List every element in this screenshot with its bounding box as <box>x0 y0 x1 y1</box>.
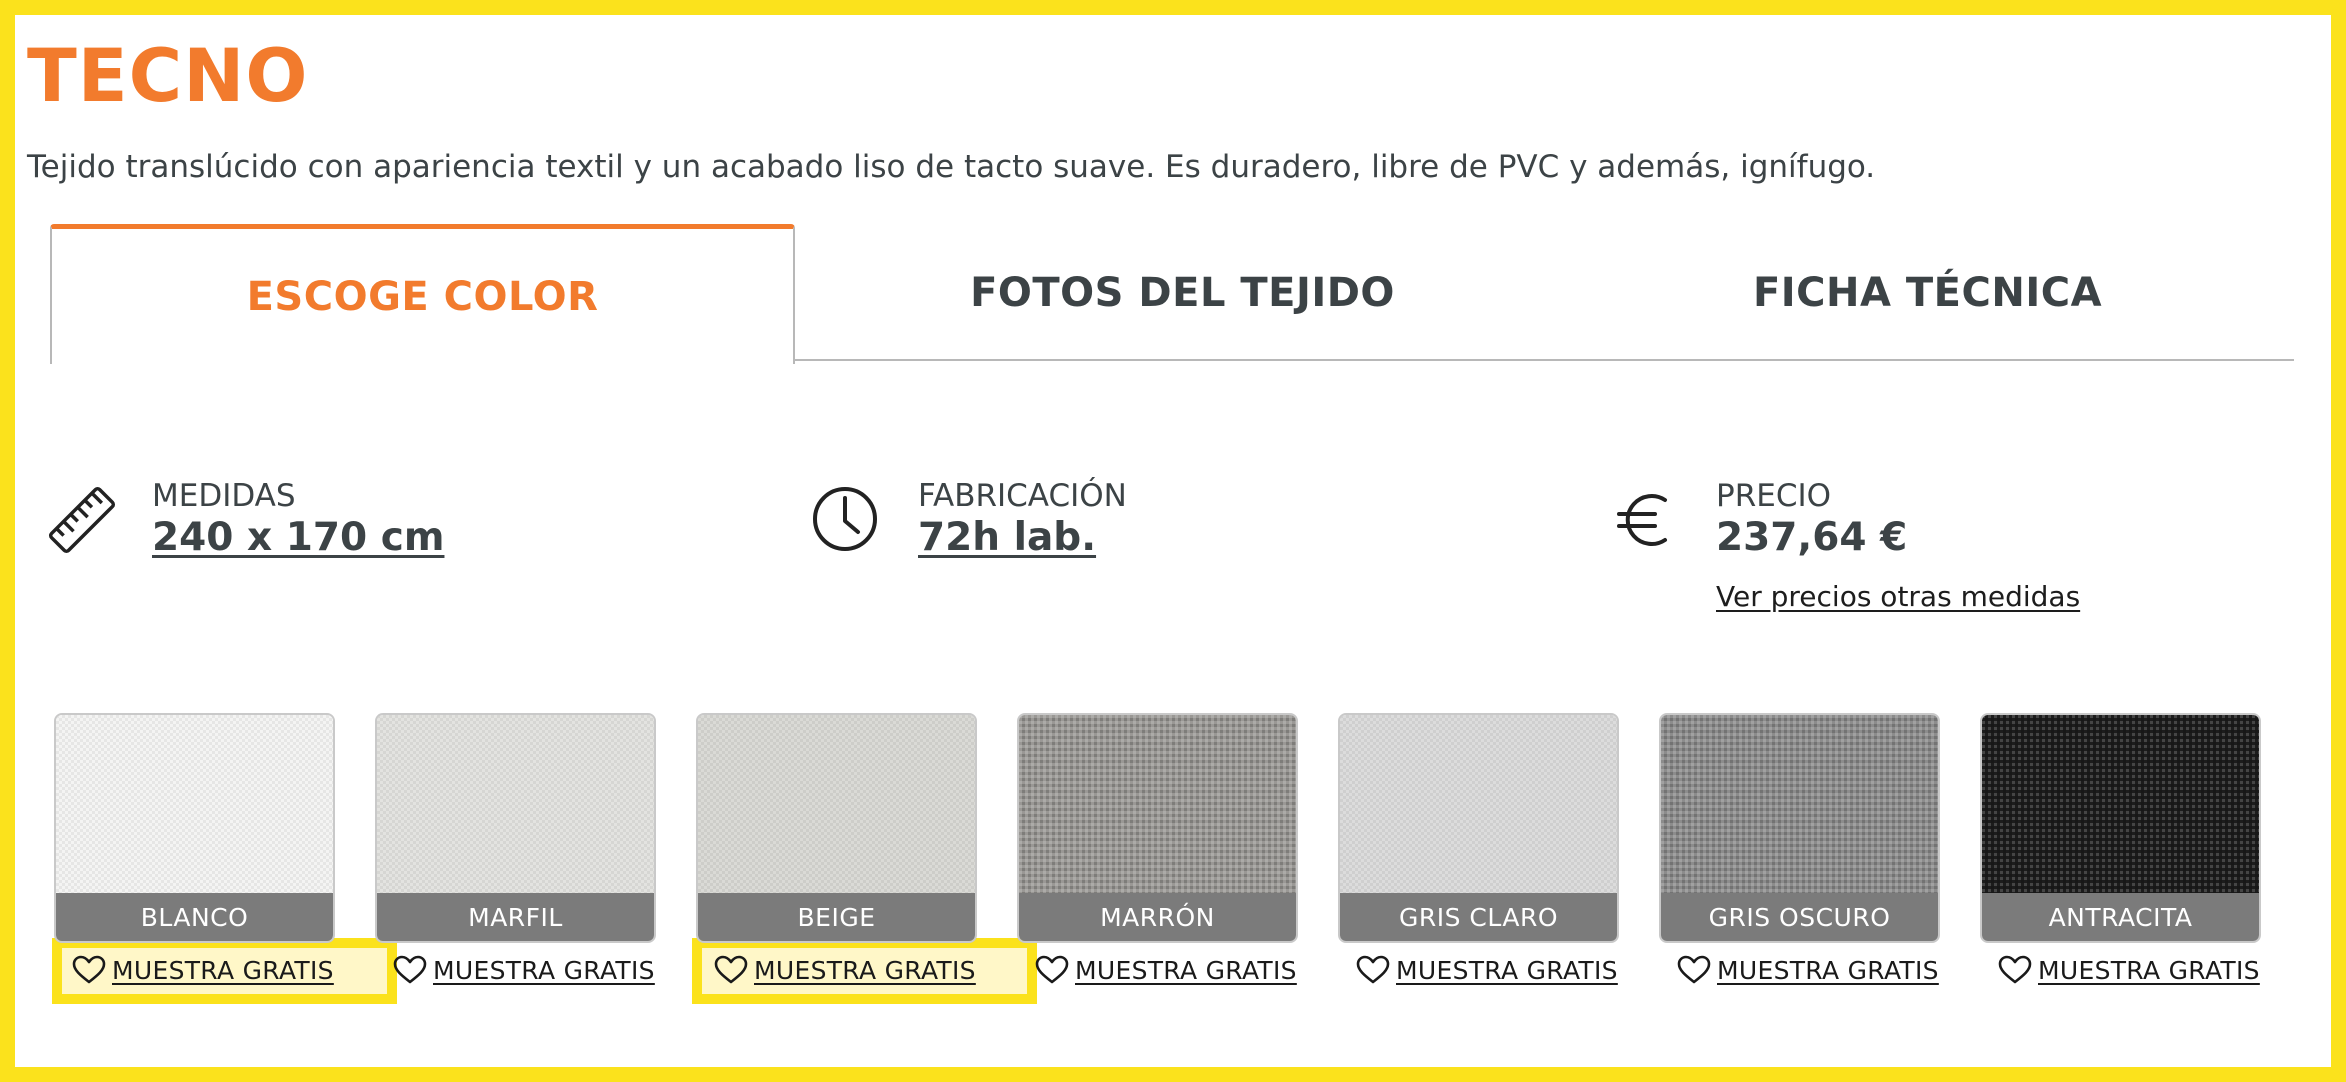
color-swatch[interactable]: GRIS CLARO <box>1338 713 1619 943</box>
heart-icon <box>1998 955 2032 984</box>
swatch-texture <box>56 715 333 895</box>
color-swatch[interactable]: BLANCO <box>54 713 335 943</box>
color-swatch[interactable]: ANTRACITA <box>1980 713 2261 943</box>
muestra-gratis-link[interactable]: MUESTRA GRATIS <box>1677 948 1939 992</box>
muestra-gratis-label: MUESTRA GRATIS <box>1396 955 1618 985</box>
muestra-gratis-label: MUESTRA GRATIS <box>112 955 334 985</box>
heart-icon <box>714 955 748 984</box>
muestra-gratis-label: MUESTRA GRATIS <box>1717 955 1939 985</box>
muestra-gratis-link[interactable]: MUESTRA GRATIS <box>714 948 976 992</box>
clock-icon <box>810 484 880 558</box>
heart-icon <box>1035 955 1069 984</box>
product-title: TECNO <box>27 34 309 119</box>
ver-precios-link[interactable]: Ver precios otras medidas <box>1716 580 2080 613</box>
color-swatch[interactable]: MARFIL <box>375 713 656 943</box>
euro-icon <box>1615 488 1679 556</box>
swatch-texture <box>698 715 975 895</box>
swatch-texture <box>1982 715 2259 895</box>
muestra-gratis-label: MUESTRA GRATIS <box>1075 955 1297 985</box>
swatch-texture <box>1019 715 1296 895</box>
fabricacion-label: FABRICACIÓN <box>918 478 1127 514</box>
swatch-name: MARRÓN <box>1019 893 1296 941</box>
swatch-name: MARFIL <box>377 893 654 941</box>
muestra-gratis-link[interactable]: MUESTRA GRATIS <box>1035 948 1297 992</box>
swatch-name: GRIS OSCURO <box>1661 893 1938 941</box>
color-swatch[interactable]: GRIS OSCURO <box>1659 713 1940 943</box>
precio-value: 237,64 € <box>1716 515 1908 560</box>
heart-icon <box>393 955 427 984</box>
muestra-gratis-label: MUESTRA GRATIS <box>433 955 655 985</box>
swatch-name: ANTRACITA <box>1982 893 2259 941</box>
swatch-texture <box>1340 715 1617 895</box>
muestra-gratis-label: MUESTRA GRATIS <box>754 955 976 985</box>
tab-label: ESCOGE COLOR <box>246 273 599 320</box>
color-swatch[interactable]: BEIGE <box>696 713 977 943</box>
tab-label: FOTOS DEL TEJIDO <box>970 269 1395 316</box>
tab-label: FICHA TÉCNICA <box>1752 269 2103 316</box>
heart-icon <box>1677 955 1711 984</box>
muestra-gratis-link[interactable]: MUESTRA GRATIS <box>1356 948 1618 992</box>
muestra-gratis-link[interactable]: MUESTRA GRATIS <box>393 948 655 992</box>
swatch-name: BEIGE <box>698 893 975 941</box>
heart-icon <box>72 955 106 984</box>
muestra-gratis-label: MUESTRA GRATIS <box>2038 955 2260 985</box>
color-swatch[interactable]: MARRÓN <box>1017 713 1298 943</box>
tab-fotos-del-tejido[interactable]: FOTOS DEL TEJIDO <box>810 224 1555 361</box>
swatch-name: BLANCO <box>56 893 333 941</box>
tab-escoge-color[interactable]: ESCOGE COLOR <box>50 224 795 364</box>
heart-icon <box>1356 955 1390 984</box>
swatch-texture <box>377 715 654 895</box>
medidas-label: MEDIDAS <box>152 478 296 514</box>
precio-label: PRECIO <box>1716 478 1832 514</box>
ruler-icon <box>42 480 122 564</box>
muestra-gratis-link[interactable]: MUESTRA GRATIS <box>72 948 334 992</box>
swatch-name: GRIS CLARO <box>1340 893 1617 941</box>
fabricacion-value-link[interactable]: 72h lab. <box>918 514 1096 562</box>
muestra-gratis-link[interactable]: MUESTRA GRATIS <box>1998 948 2260 992</box>
medidas-value-link[interactable]: 240 x 170 cm <box>152 514 444 562</box>
swatch-texture <box>1661 715 1938 895</box>
tab-ficha-tecnica[interactable]: FICHA TÉCNICA <box>1555 224 2300 361</box>
product-description: Tejido translúcido con apariencia textil… <box>27 149 1876 185</box>
